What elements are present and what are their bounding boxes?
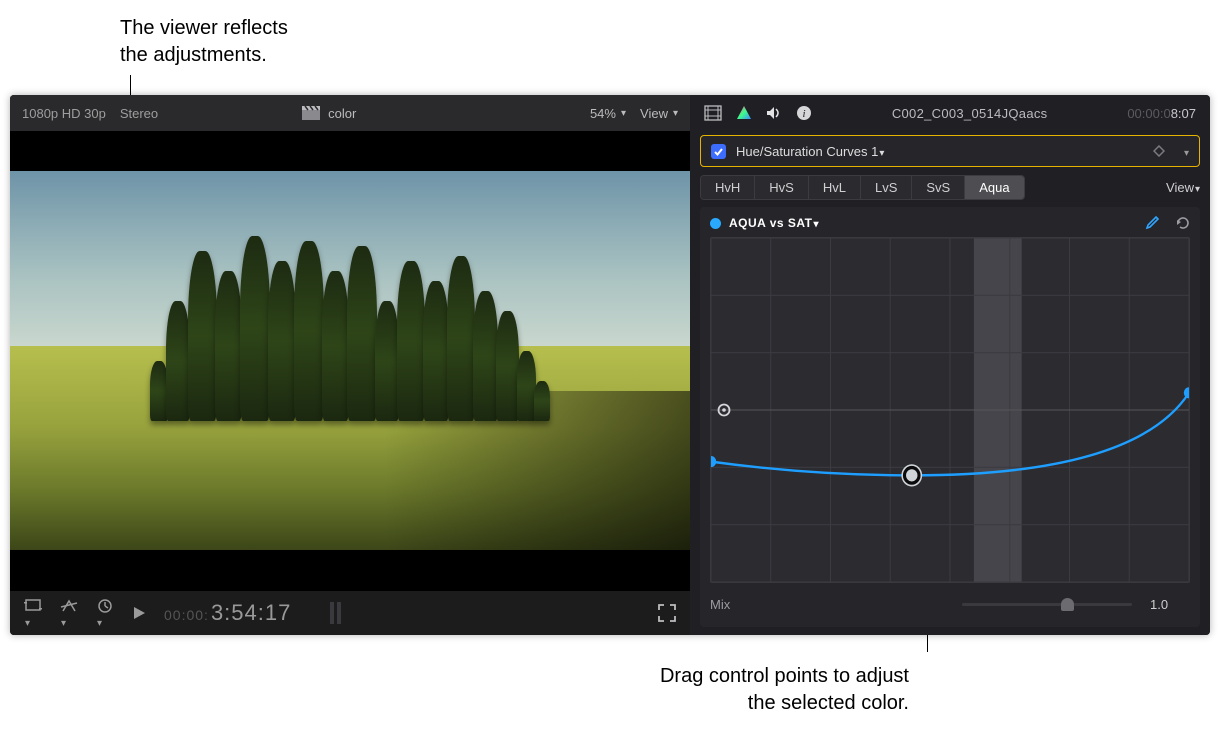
curve-editor: AQUA vs SAT — [700, 207, 1200, 627]
info-inspector-tab[interactable]: i — [796, 105, 812, 121]
viewer-timecode[interactable]: 00:00: 3:54:17 — [164, 600, 291, 626]
curve-tab-aqua[interactable]: Aqua — [965, 176, 1023, 199]
curve-tabs: HvHHvSHvLLvSSvSAqua — [700, 175, 1025, 200]
filter-enable-checkbox[interactable] — [711, 144, 726, 159]
project-name-button[interactable]: color — [302, 106, 356, 121]
curve-tab-row: HvHHvSHvLLvSSvSAqua View — [700, 173, 1200, 201]
curve-tab-hvl[interactable]: HvL — [809, 176, 861, 199]
curve-title-dropdown[interactable]: AQUA vs SAT — [729, 216, 819, 230]
zoom-dropdown[interactable]: 54% — [590, 106, 626, 121]
clip-name: C002_C003_0514JQaacs — [826, 106, 1113, 121]
viewer-top-bar: 1080p HD 30p Stereo color 54% View — [10, 95, 690, 131]
annotation-curve: Drag control points to adjustthe selecte… — [570, 663, 909, 717]
curve-title-row: AQUA vs SAT — [710, 215, 1190, 231]
color-inspector-tab[interactable] — [736, 105, 752, 121]
clapper-icon — [302, 106, 320, 120]
video-inspector-tab[interactable] — [704, 105, 722, 121]
eyedropper-icon[interactable] — [1144, 215, 1160, 231]
mix-value[interactable]: 1.0 — [1150, 597, 1190, 612]
mix-slider[interactable] — [962, 603, 1132, 606]
curve-color-dot — [710, 218, 721, 229]
viewer-canvas[interactable] — [10, 131, 690, 590]
inspector-pane: i C002_C003_0514JQaacs 00:00:08:07 Hue/S… — [690, 95, 1210, 635]
filter-name-dropdown[interactable]: Hue/Saturation Curves 1 — [736, 144, 884, 159]
retime-tool[interactable] — [96, 598, 114, 629]
curve-tab-hvs[interactable]: HvS — [755, 176, 809, 199]
curve-canvas[interactable] — [710, 237, 1190, 583]
mix-label: Mix — [710, 597, 730, 612]
fullscreen-button[interactable] — [658, 604, 676, 622]
view-dropdown[interactable]: View — [640, 106, 678, 121]
keyframe-icon[interactable] — [1153, 145, 1165, 157]
svg-text:i: i — [802, 108, 805, 120]
mix-row: Mix 1.0 — [710, 583, 1190, 619]
curve-tab-lvs[interactable]: LvS — [861, 176, 912, 199]
project-name: color — [328, 106, 356, 121]
curve-reset-indicator-icon[interactable] — [717, 403, 731, 417]
viewer-image — [10, 131, 690, 590]
viewer-pane: 1080p HD 30p Stereo color 54% View — [10, 95, 690, 635]
audio-label: Stereo — [120, 106, 158, 121]
inspector-timecode: 00:00:08:07 — [1127, 106, 1196, 121]
reset-curve-icon[interactable] — [1174, 215, 1190, 231]
play-button[interactable] — [132, 606, 146, 620]
format-label: 1080p HD 30p — [22, 106, 106, 121]
transform-tool[interactable] — [60, 598, 78, 629]
filter-header: Hue/Saturation Curves 1 — [700, 135, 1200, 167]
filter-menu-button[interactable] — [1183, 144, 1189, 159]
curve-tab-svs[interactable]: SvS — [912, 176, 965, 199]
crop-tool[interactable] — [24, 598, 42, 629]
viewer-bottom-bar: 00:00: 3:54:17 — [10, 590, 690, 635]
curve-tab-hvh[interactable]: HvH — [701, 176, 755, 199]
inspector-tab-bar: i C002_C003_0514JQaacs 00:00:08:07 — [690, 95, 1210, 131]
annotation-viewer: The viewer reflectsthe adjustments. — [120, 15, 288, 69]
curve-control-point[interactable] — [711, 456, 716, 467]
curve-control-point[interactable] — [1184, 387, 1189, 398]
curve-control-point[interactable] — [904, 468, 919, 484]
app-window: 1080p HD 30p Stereo color 54% View — [10, 95, 1210, 635]
audio-inspector-tab[interactable] — [766, 106, 782, 120]
audio-meter — [327, 600, 345, 626]
curve-view-dropdown[interactable]: View — [1166, 180, 1200, 195]
